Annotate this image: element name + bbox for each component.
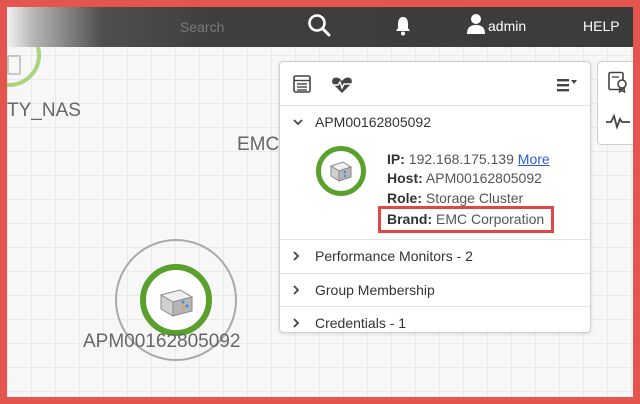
user-menu-label[interactable]: admin <box>488 18 526 34</box>
top-navigation-bar: Search admin HELP <box>7 7 633 47</box>
chevron-right-icon <box>293 285 300 295</box>
section-label: Performance Monitors - 2 <box>315 248 473 264</box>
role-key: Role: <box>387 190 422 206</box>
device-status-ring <box>316 146 366 196</box>
user-icon[interactable] <box>466 12 486 36</box>
device-details-popup: APM00162805092 IP: 192.168.175.139 More … <box>279 61 591 333</box>
side-toolbar <box>597 61 633 145</box>
certificate-icon[interactable] <box>607 71 629 93</box>
pulse-icon[interactable] <box>605 112 631 130</box>
storage-icon <box>329 161 353 182</box>
host-row: Host: APM00162805092 <box>387 170 542 186</box>
section-credentials[interactable]: Credentials - 1 <box>280 306 590 339</box>
section-group-membership[interactable]: Group Membership <box>280 273 590 306</box>
section-label: Credentials - 1 <box>315 315 407 331</box>
more-link[interactable]: More <box>518 151 550 167</box>
chevron-right-icon <box>293 251 300 261</box>
emc-node-label: EMC <box>237 134 280 155</box>
host-key: Host: <box>387 170 423 186</box>
search-input[interactable]: Search <box>180 19 224 35</box>
menu-icon[interactable] <box>557 77 577 93</box>
storage-icon <box>159 289 194 317</box>
ip-value: 192.168.175.139 <box>408 151 514 167</box>
help-link[interactable]: HELP <box>583 18 620 34</box>
popup-toolbar <box>280 62 590 106</box>
bell-icon[interactable] <box>393 15 413 37</box>
device-title: APM00162805092 <box>315 114 431 130</box>
ip-row: IP: 192.168.175.139 More <box>387 151 550 167</box>
nas-node-label: TY_NAS <box>7 100 81 121</box>
storage-node-label: APM00162805092 <box>83 331 241 352</box>
brand-highlight-box <box>378 206 554 233</box>
list-icon[interactable] <box>293 75 311 93</box>
section-performance-monitors[interactable]: Performance Monitors - 2 <box>280 239 590 272</box>
device-section-header[interactable]: APM00162805092 <box>280 108 590 134</box>
ip-key: IP: <box>387 151 405 167</box>
chevron-down-icon <box>293 119 303 126</box>
role-row: Role: Storage Cluster <box>387 190 523 206</box>
heart-pulse-icon[interactable] <box>331 76 353 94</box>
search-icon[interactable] <box>305 11 333 39</box>
topology-canvas[interactable]: TY_NAS EMC APM00162805092 Search admin H… <box>7 7 633 397</box>
nas-node-icon <box>7 55 21 75</box>
role-value: Storage Cluster <box>425 190 524 206</box>
storage-node-status-ring <box>140 264 212 336</box>
host-value: APM00162805092 <box>425 170 542 186</box>
chevron-right-icon <box>293 318 300 328</box>
section-label: Group Membership <box>315 282 435 298</box>
